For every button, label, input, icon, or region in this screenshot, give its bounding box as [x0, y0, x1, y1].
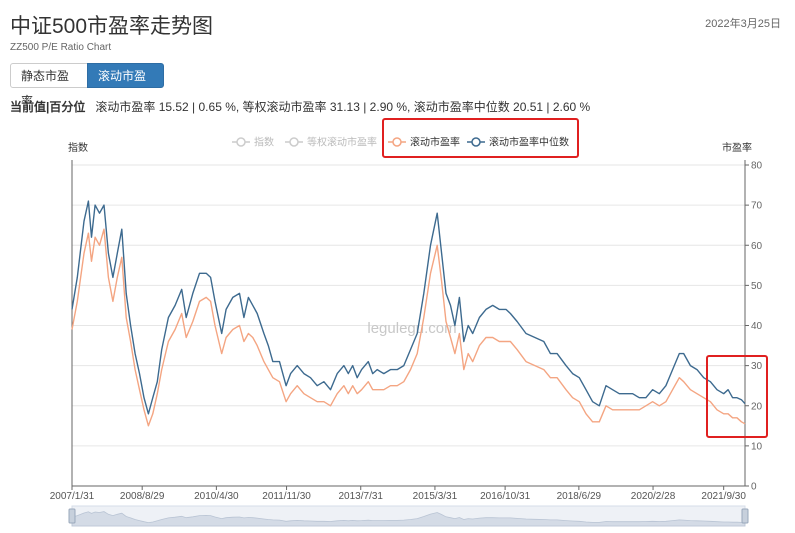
legend-index-marker[interactable] — [236, 137, 246, 147]
y-tick-label: 0 — [751, 482, 757, 493]
x-tick-label: 2020/2/28 — [631, 491, 676, 502]
y-tick-label: 10 — [751, 441, 763, 452]
y-tick-label: 20 — [751, 401, 763, 412]
legend-median-pe-label: 滚动市盈率中位数 — [489, 136, 569, 149]
left-axis-name: 指数 — [68, 141, 88, 154]
x-tick-label: 2011/11/30 — [262, 491, 311, 502]
x-tick-label: 2018/6/29 — [557, 491, 602, 502]
pe-chart: 0 10 20 30 40 50 60 70 80 指数 市盈率 2007/1/31 2008/8/29… — [50, 118, 768, 527]
x-tick-label: 2008/8/29 — [120, 491, 165, 502]
legend-rolling-pe-label: 滚动市盈率 — [410, 136, 460, 149]
y-tick-label: 80 — [751, 161, 763, 172]
legend-equal-weight-pe-label: 等权滚动市盈率 — [307, 136, 377, 149]
zoom-handle-left[interactable] — [68, 508, 76, 524]
x-tick-label: 2007/1/31 — [50, 491, 95, 502]
legend-median-pe-marker[interactable] — [471, 137, 481, 147]
x-tick-label: 2013/7/31 — [338, 491, 383, 502]
watermark: legulegu.com — [367, 320, 456, 337]
y-tick-label: 30 — [751, 361, 763, 372]
legend-rolling-pe-marker[interactable] — [392, 137, 402, 147]
legend-equal-weight-pe-marker[interactable] — [289, 137, 299, 147]
zoom-handle-right[interactable] — [741, 508, 749, 524]
y-tick-label: 40 — [751, 321, 763, 332]
x-tick-label: 2021/9/30 — [701, 491, 746, 502]
x-tick-label: 2016/10/31 — [480, 491, 530, 502]
x-tick-label: 2010/4/30 — [194, 491, 239, 502]
y-tick-label: 60 — [751, 241, 763, 252]
y-tick-label: 70 — [751, 201, 763, 212]
legend-index-label: 指数 — [254, 136, 274, 149]
y-tick-label: 50 — [751, 281, 763, 292]
right-axis-name: 市盈率 — [722, 141, 752, 154]
x-tick-label: 2015/3/31 — [413, 491, 458, 502]
series-line-median-pe — [71, 200, 746, 415]
